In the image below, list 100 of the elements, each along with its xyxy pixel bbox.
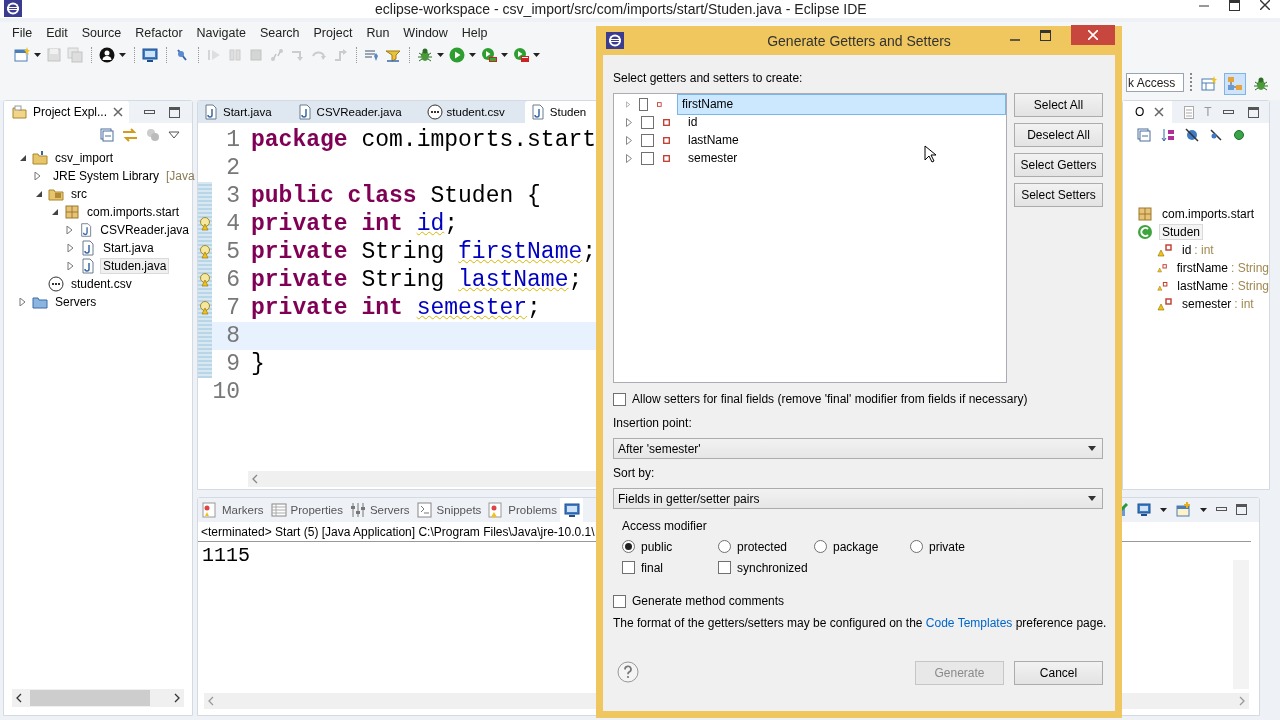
tree-item[interactable]: Start.java [100, 240, 157, 256]
monitor-icon[interactable] [1137, 502, 1151, 517]
maximize-icon[interactable] [1040, 30, 1051, 41]
crossed-pin-icon[interactable] [174, 47, 190, 63]
dropdown[interactable]: Fields in getter/setter pairs [613, 488, 1103, 509]
collapse-arrow-icon[interactable] [51, 208, 59, 216]
view-menu-icon[interactable] [168, 131, 180, 139]
outline-item[interactable]: semester [1179, 296, 1235, 312]
monitor-icon[interactable] [142, 47, 158, 63]
tree-item[interactable]: JRE System Library [50, 168, 163, 184]
caret-icon[interactable] [533, 53, 540, 57]
editor-tab[interactable]: student.csv [421, 101, 525, 123]
checkbox[interactable] [641, 133, 654, 147]
caret-icon[interactable] [34, 53, 41, 57]
menu-item[interactable]: Edit [39, 26, 75, 40]
new-console-icon[interactable] [1176, 502, 1191, 517]
menu-item[interactable]: Project [306, 26, 360, 40]
caret-icon[interactable] [469, 53, 476, 57]
view-tab[interactable] [559, 498, 583, 522]
bug-icon[interactable] [1253, 76, 1269, 92]
collapse-all-icon[interactable] [100, 128, 114, 142]
outline-item[interactable]: com.imports.start [1159, 206, 1257, 222]
circle-icon[interactable] [1233, 129, 1245, 141]
tree-item[interactable]: Studen.java [100, 258, 170, 274]
menu-item[interactable]: Search [252, 26, 307, 40]
menu-item[interactable]: File [5, 26, 40, 40]
editor-tab[interactable]: CSVReader.java [291, 101, 422, 123]
bug-icon[interactable] [417, 47, 433, 63]
radio-button[interactable] [814, 540, 827, 553]
person-icon[interactable] [99, 47, 115, 63]
close-button[interactable] [1071, 25, 1115, 45]
close-icon[interactable] [1260, 0, 1270, 10]
outline-item[interactable]: Studen [1159, 224, 1204, 240]
menu-item[interactable]: Run [359, 26, 397, 40]
tree-item[interactable]: Servers [52, 294, 100, 310]
caret-icon[interactable] [1200, 507, 1207, 512]
filter-arrow-icon[interactable] [385, 47, 401, 63]
tree-item[interactable]: student.csv [68, 276, 135, 292]
dialog-button[interactable]: Cancel [1014, 661, 1103, 685]
caret-icon[interactable] [437, 53, 444, 57]
tree-item[interactable]: src [68, 186, 90, 202]
code-templates-link[interactable]: Code Templates [925, 616, 1013, 630]
select-button[interactable]: Select Setters [1014, 183, 1103, 207]
collapse-all-icon[interactable] [1137, 128, 1151, 142]
close-icon[interactable] [1154, 107, 1165, 117]
quick-access-field[interactable]: k Access [1126, 73, 1184, 92]
lines-arrow-icon[interactable] [364, 47, 380, 63]
project-explorer-tab[interactable]: Project Expl... [4, 101, 130, 123]
select-button[interactable]: Deselect All [1014, 123, 1103, 147]
perspective-icon[interactable] [1201, 76, 1217, 92]
scrollbar[interactable] [12, 689, 184, 707]
menu-item[interactable]: Help [454, 26, 495, 40]
maximize-icon[interactable] [169, 106, 180, 118]
editor-tab[interactable]: Start.java [198, 101, 292, 123]
checkbox[interactable] [613, 594, 626, 608]
menu-item[interactable]: Navigate [189, 26, 253, 40]
close-icon[interactable] [113, 107, 124, 117]
scroll-right-icon[interactable] [174, 693, 180, 703]
maximize-icon[interactable] [1248, 106, 1259, 118]
expand-arrow-icon[interactable] [67, 244, 75, 252]
view-tab[interactable]: Markers [198, 498, 267, 522]
view-tab[interactable]: Snippets [412, 498, 485, 522]
view-tab[interactable]: Properties [266, 498, 346, 522]
checkbox[interactable] [639, 97, 649, 111]
collapse-arrow-icon[interactable] [19, 154, 27, 162]
select-button[interactable]: Select Getters [1014, 153, 1103, 177]
dropdown[interactable]: After 'semester' [613, 438, 1103, 459]
checkbox[interactable] [718, 561, 731, 574]
expand-arrow-icon[interactable] [34, 172, 42, 180]
field-item[interactable]: id [685, 114, 701, 130]
tree-item[interactable]: CSVReader.java [97, 222, 192, 238]
caret-icon[interactable] [501, 53, 508, 57]
outline-item[interactable]: lastName [1174, 278, 1231, 294]
scrollbar-thumb[interactable] [30, 690, 150, 706]
hide-fields-icon[interactable] [1185, 128, 1199, 142]
checkbox[interactable] [622, 561, 635, 574]
radio-button[interactable] [622, 540, 635, 553]
maximize-icon[interactable] [1236, 504, 1247, 515]
outline-item[interactable]: id [1179, 242, 1195, 258]
expand-arrow-icon[interactable] [66, 226, 75, 234]
menu-item[interactable]: Refactor [128, 26, 190, 40]
maximize-icon[interactable] [1229, 0, 1240, 11]
new-file-icon[interactable] [14, 47, 30, 63]
sort-icon[interactable] [1161, 128, 1175, 142]
scroll-left-icon[interactable] [16, 693, 22, 703]
outline-tab[interactable]: O [1123, 101, 1173, 123]
caret-icon[interactable] [119, 53, 126, 57]
expand-arrow-icon[interactable] [19, 298, 27, 306]
external-tools-icon[interactable] [513, 47, 529, 63]
select-button[interactable]: Select All [1014, 93, 1103, 117]
checkbox[interactable] [641, 115, 654, 129]
menu-item[interactable]: Window [396, 26, 455, 40]
expand-arrow-icon[interactable] [67, 262, 75, 270]
checkbox[interactable] [641, 151, 654, 165]
outline-item[interactable]: firstName [1173, 260, 1231, 276]
tree-item[interactable]: com.imports.start [84, 204, 182, 220]
field-item[interactable]: firstName [676, 93, 1006, 115]
field-item[interactable]: lastName [685, 132, 742, 148]
checkbox[interactable] [613, 392, 626, 406]
caret-icon[interactable] [1160, 507, 1167, 512]
